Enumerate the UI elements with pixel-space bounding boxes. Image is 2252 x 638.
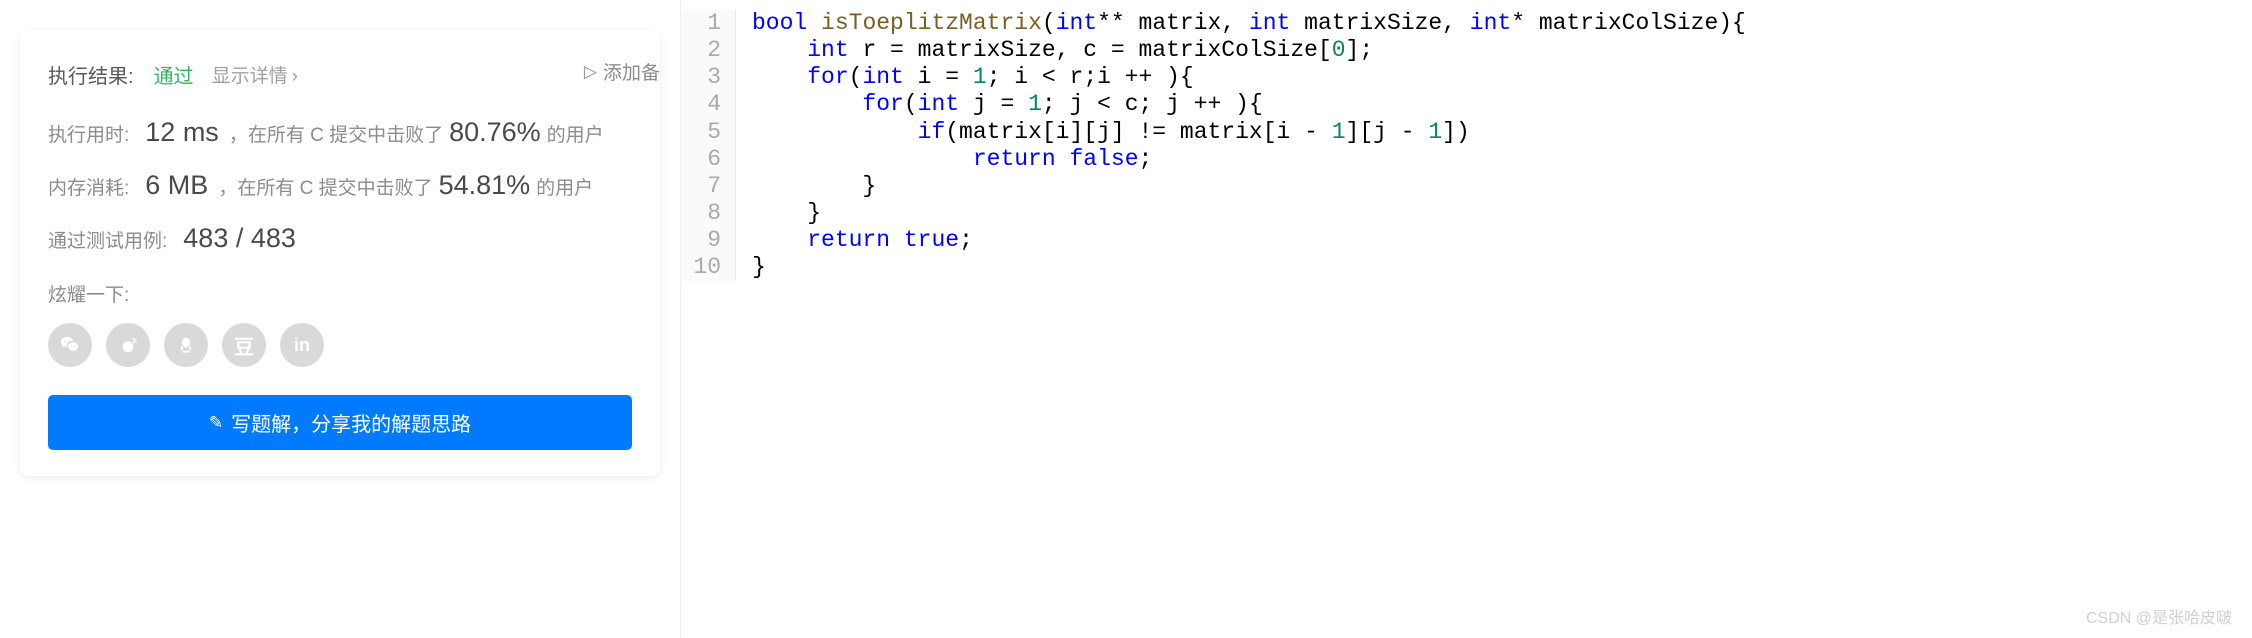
write-solution-button[interactable]: ✎ 写题解，分享我的解题思路: [48, 395, 632, 450]
line-number: 6: [681, 146, 736, 173]
chevron-right-icon: ›: [292, 66, 298, 87]
flag-icon: ▷: [584, 62, 597, 82]
result-status: 通过: [154, 60, 194, 89]
code-content[interactable]: bool isToeplitzMatrix(int** matrix, int …: [752, 10, 1746, 37]
line-number: 8: [681, 200, 736, 227]
code-line[interactable]: 7 }: [681, 173, 2252, 200]
code-line[interactable]: 2 int r = matrixSize, c = matrixColSize[…: [681, 37, 2252, 64]
linkedin-icon[interactable]: in: [280, 323, 324, 367]
pencil-icon: ✎: [209, 413, 223, 433]
memory-pct: 54.81%: [439, 170, 531, 201]
runtime-label: 执行用时:: [48, 120, 129, 147]
line-number: 3: [681, 64, 736, 91]
code-line[interactable]: 10}: [681, 254, 2252, 281]
line-number: 1: [681, 10, 736, 37]
code-line[interactable]: 4 for(int j = 1; j < c; j ++ ){: [681, 91, 2252, 118]
code-content[interactable]: }: [752, 173, 876, 200]
code-content[interactable]: return false;: [752, 146, 1152, 173]
add-note-label: 添加备: [603, 58, 660, 85]
runtime-pct: 80.76%: [449, 117, 541, 148]
result-header: 执行结果: 通过 显示详情›: [48, 60, 632, 89]
douban-icon[interactable]: 豆: [222, 323, 266, 367]
runtime-text2: 的用户: [547, 120, 604, 147]
result-panel: ▷ 添加备 执行结果: 通过 显示详情› 执行用时: 12 ms ，在所有 C …: [0, 0, 680, 638]
wechat-icon[interactable]: [48, 323, 92, 367]
code-editor[interactable]: 1 bool isToeplitzMatrix(int** matrix, int…: [680, 0, 2252, 638]
code-area[interactable]: 1 bool isToeplitzMatrix(int** matrix, int…: [681, 10, 2252, 281]
testcase-value: 483 / 483: [183, 223, 296, 254]
result-label: 执行结果:: [48, 60, 134, 89]
line-number: 4: [681, 91, 736, 118]
memory-label: 内存消耗:: [48, 173, 129, 200]
code-content[interactable]: for(int i = 1; i < r;i ++ ){: [752, 64, 1194, 91]
code-content[interactable]: int r = matrixSize, c = matrixColSize[0]…: [752, 37, 1373, 64]
line-number: 9: [681, 227, 736, 254]
code-line[interactable]: 8 }: [681, 200, 2252, 227]
code-content[interactable]: }: [752, 254, 766, 281]
add-note-link[interactable]: ▷ 添加备: [584, 58, 660, 85]
runtime-value: 12 ms: [145, 117, 219, 148]
line-number: 2: [681, 37, 736, 64]
line-number: 10: [681, 254, 736, 281]
detail-link-label: 显示详情: [212, 66, 288, 87]
share-icons: 豆 in: [48, 323, 632, 367]
code-content[interactable]: }: [752, 200, 821, 227]
code-line[interactable]: 6 return false;: [681, 146, 2252, 173]
watermark: CSDN @是张哈皮啵: [2086, 604, 2232, 628]
testcase-label: 通过测试用例:: [48, 226, 167, 253]
line-number: 7: [681, 173, 736, 200]
memory-text2: 的用户: [536, 173, 593, 200]
write-btn-label: 写题解，分享我的解题思路: [231, 408, 471, 437]
share-label: 炫耀一下:: [48, 280, 632, 307]
code-line[interactable]: 9 return true;: [681, 227, 2252, 254]
runtime-text1: ，在所有 C 提交中击败了: [229, 120, 443, 147]
testcase-row: 通过测试用例: 483 / 483: [48, 223, 632, 254]
weibo-icon[interactable]: [106, 323, 150, 367]
code-content[interactable]: for(int j = 1; j < c; j ++ ){: [752, 91, 1263, 118]
code-content[interactable]: if(matrix[i][j] != matrix[i - 1][j - 1]): [752, 119, 1470, 146]
memory-text1: ，在所有 C 提交中击败了: [218, 173, 432, 200]
memory-row: 内存消耗: 6 MB ，在所有 C 提交中击败了 54.81% 的用户: [48, 170, 632, 201]
code-line[interactable]: 1 bool isToeplitzMatrix(int** matrix, int…: [681, 10, 2252, 37]
code-content[interactable]: return true;: [752, 227, 973, 254]
code-line[interactable]: 5 if(matrix[i][j] != matrix[i - 1][j - 1…: [681, 119, 2252, 146]
show-details-link[interactable]: 显示详情›: [212, 61, 298, 88]
line-number: 5: [681, 119, 736, 146]
result-card: ▷ 添加备 执行结果: 通过 显示详情› 执行用时: 12 ms ，在所有 C …: [20, 30, 660, 476]
qq-icon[interactable]: [164, 323, 208, 367]
memory-value: 6 MB: [145, 170, 208, 201]
runtime-row: 执行用时: 12 ms ，在所有 C 提交中击败了 80.76% 的用户: [48, 117, 632, 148]
code-line[interactable]: 3 for(int i = 1; i < r;i ++ ){: [681, 64, 2252, 91]
